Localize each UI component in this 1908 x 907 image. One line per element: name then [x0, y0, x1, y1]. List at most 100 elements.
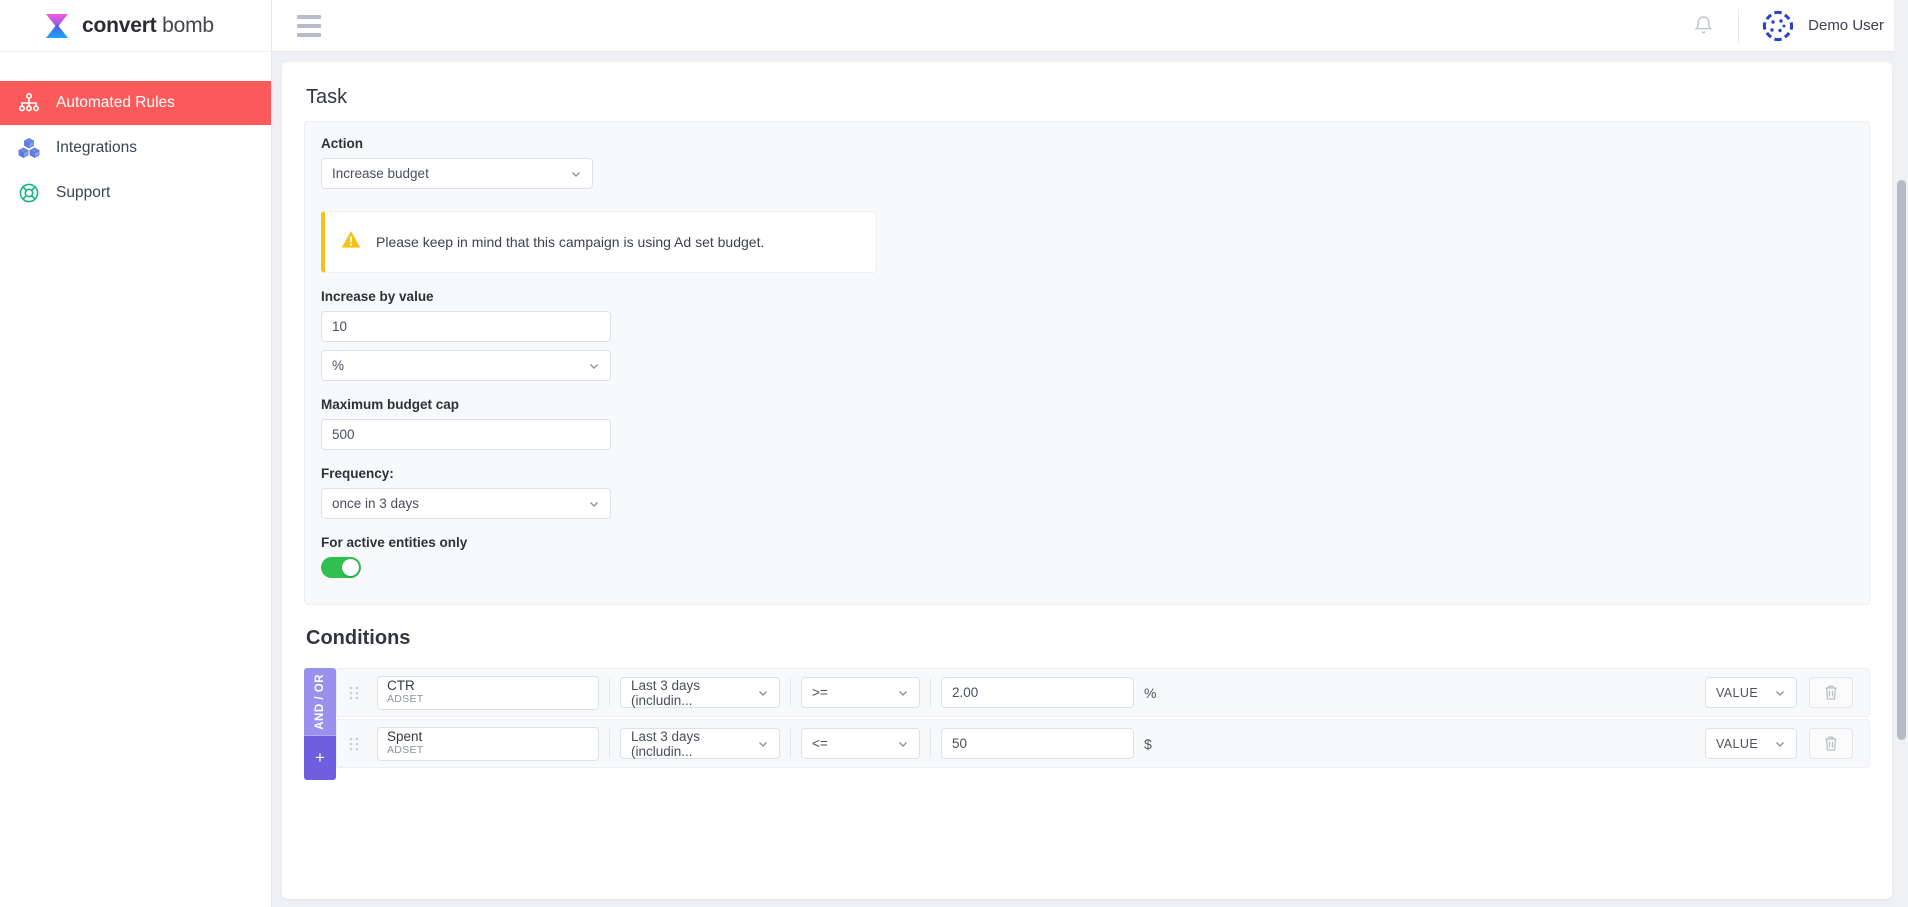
increase-by-value-input[interactable]: 10	[321, 311, 611, 342]
brand-name-light: bomb	[162, 13, 214, 37]
app-root: convert bomb Automated Rules Integration…	[0, 0, 1908, 907]
operator-select[interactable]: >=	[801, 677, 920, 708]
topbar: Demo User	[272, 0, 1908, 52]
threshold-input[interactable]: 50	[941, 728, 1134, 759]
max-budget-cap-input[interactable]: 500	[321, 419, 611, 450]
date-range-select[interactable]: Last 3 days (includin...	[620, 728, 780, 759]
value-type-value: VALUE	[1716, 736, 1759, 751]
delete-condition-button[interactable]	[1809, 677, 1853, 708]
scrollbar-thumb[interactable]	[1897, 180, 1906, 740]
task-panel: Action Increase budget Please keep in mi…	[304, 121, 1870, 605]
sidebar-nav: Automated Rules Integrations Support	[0, 52, 271, 215]
sidebar-item-label: Support	[56, 184, 111, 201]
operator-value: <=	[812, 736, 828, 751]
budget-warning-banner: Please keep in mind that this campaign i…	[321, 211, 877, 273]
increase-unit-select[interactable]: %	[321, 350, 611, 381]
chevron-down-icon	[757, 738, 769, 750]
hourglass-logo-icon	[46, 13, 68, 38]
increase-unit-value: %	[332, 358, 345, 373]
sidebar-item-label: Integrations	[56, 139, 137, 156]
chevron-down-icon	[897, 687, 909, 699]
metric-level: ADSET	[387, 744, 424, 756]
threshold-unit: %	[1144, 684, 1157, 701]
user-name: Demo User	[1808, 17, 1884, 34]
main-column: Demo User Task Action Increase budget Pl…	[272, 0, 1908, 907]
date-range-value: Last 3 days (includin...	[631, 677, 701, 708]
topbar-divider	[1738, 8, 1740, 43]
max-budget-cap-text: 500	[332, 427, 355, 442]
metric-name: CTR	[387, 678, 415, 693]
rule-editor-card: Task Action Increase budget Please keep …	[282, 62, 1892, 899]
andor-column: AND / OR +	[304, 668, 336, 780]
add-condition-button[interactable]: +	[304, 735, 336, 780]
brand-name: convert bomb	[82, 14, 214, 38]
operator-value: >=	[812, 685, 828, 700]
max-budget-cap-label: Maximum budget cap	[321, 397, 460, 412]
brand-logo-area[interactable]: convert bomb	[0, 0, 271, 52]
operator-select[interactable]: <=	[801, 728, 920, 759]
sidebar-item-automated-rules[interactable]: Automated Rules	[0, 81, 271, 125]
hamburger-icon[interactable]	[292, 9, 326, 43]
metric-select[interactable]: CTR ADSET	[377, 675, 599, 710]
chevron-down-icon	[1774, 738, 1786, 750]
page-scrollbar[interactable]	[1894, 0, 1908, 907]
brand-name-bold: convert	[82, 13, 157, 37]
action-select-value: Increase budget	[332, 166, 429, 181]
value-type-cell: VALUE	[1695, 720, 1863, 767]
metric-cell: CTR ADSET	[367, 669, 609, 716]
condition-rows: CTR ADSET Last 3 days (includin... >= 2.…	[336, 668, 1870, 780]
sitemap-icon	[16, 90, 42, 116]
active-entities-only-toggle[interactable]	[321, 557, 361, 578]
value-type-cell: VALUE	[1695, 669, 1863, 716]
threshold-unit: $	[1144, 735, 1152, 752]
threshold-value: 50	[952, 736, 968, 751]
table-row: Spent ADSET Last 3 days (includin... <= …	[336, 719, 1870, 768]
warning-text: Please keep in mind that this campaign i…	[376, 234, 765, 250]
value-cell: 2.00 %	[931, 669, 1166, 716]
page-body: Task Action Increase budget Please keep …	[272, 52, 1908, 907]
andor-toggle[interactable]: AND / OR	[304, 668, 336, 736]
chevron-down-icon	[897, 738, 909, 750]
drag-handle-icon[interactable]	[341, 735, 367, 753]
user-menu[interactable]: Demo User	[1761, 9, 1884, 43]
value-cell: 50 $	[931, 720, 1162, 767]
sidebar-item-support[interactable]: Support	[0, 171, 271, 215]
sidebar-item-integrations[interactable]: Integrations	[0, 126, 271, 170]
hamburger-bar	[297, 14, 321, 19]
value-type-select[interactable]: VALUE	[1705, 677, 1797, 708]
operator-cell: >=	[791, 669, 930, 716]
metric-level: ADSET	[387, 693, 424, 705]
bell-icon[interactable]	[1686, 9, 1720, 43]
lifering-icon	[16, 180, 42, 206]
frequency-value: once in 3 days	[332, 496, 420, 511]
metric-cell: Spent ADSET	[367, 720, 609, 767]
frequency-select[interactable]: once in 3 days	[321, 488, 611, 519]
warning-triangle-icon	[341, 230, 361, 254]
date-range-select[interactable]: Last 3 days (includin...	[620, 677, 780, 708]
chevron-down-icon	[570, 168, 582, 180]
table-row: CTR ADSET Last 3 days (includin... >= 2.…	[336, 668, 1870, 717]
date-range-cell: Last 3 days (includin...	[610, 669, 790, 716]
chevron-down-icon	[1774, 687, 1786, 699]
value-type-select[interactable]: VALUE	[1705, 728, 1797, 759]
action-select[interactable]: Increase budget	[321, 158, 593, 189]
metric-select[interactable]: Spent ADSET	[377, 726, 599, 761]
toggle-knob	[342, 559, 359, 576]
conditions-builder: AND / OR + CTR ADSET Last 3 days (includ…	[304, 668, 1870, 780]
hamburger-bar	[297, 23, 321, 28]
increase-by-value-label: Increase by value	[321, 289, 434, 304]
drag-handle-icon[interactable]	[341, 684, 367, 702]
sidebar-item-label: Automated Rules	[56, 94, 175, 111]
metric-name: Spent	[387, 729, 423, 744]
date-range-value: Last 3 days (includin...	[631, 728, 701, 759]
chevron-down-icon	[588, 360, 600, 372]
hamburger-bar	[297, 32, 321, 37]
chevron-down-icon	[757, 687, 769, 699]
delete-condition-button[interactable]	[1809, 728, 1853, 759]
cubes-icon	[16, 135, 42, 161]
threshold-input[interactable]: 2.00	[941, 677, 1134, 708]
conditions-title: Conditions	[306, 627, 411, 649]
chevron-down-icon	[588, 498, 600, 510]
date-range-cell: Last 3 days (includin...	[610, 720, 790, 767]
user-avatar	[1762, 9, 1795, 42]
